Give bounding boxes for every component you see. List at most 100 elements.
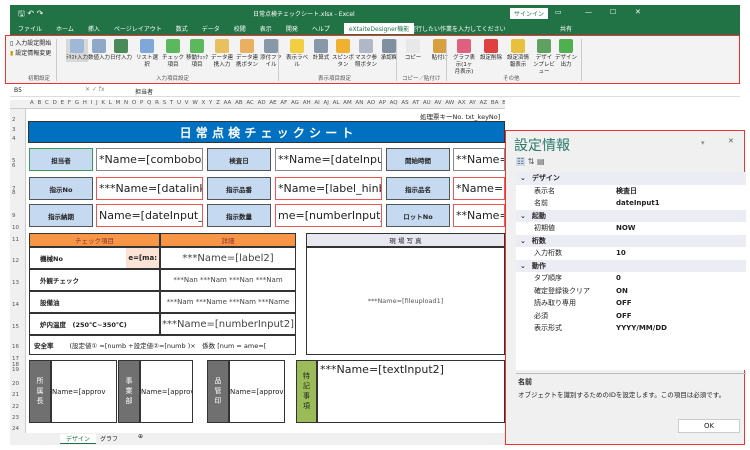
approval-stamp[interactable]: Name=[approv	[51, 360, 117, 423]
input-setting-start-button[interactable]: ▯ 入力設定開始	[10, 39, 51, 49]
ribbon-button-5[interactable]: 移動ﾁｪｯｸ項目	[186, 39, 208, 69]
category-1[interactable]: ⌄ 起動	[516, 209, 746, 222]
ribbon-button-12[interactable]: マスク参照ボタン	[355, 39, 377, 69]
tab-3[interactable]: ページレイアウト	[114, 24, 162, 33]
setting-change-button[interactable]: ▮ 設定情報変更	[10, 49, 51, 59]
ribbon-button-4[interactable]: チェック項目	[162, 39, 184, 69]
property-row[interactable]: 入力桁数 10	[516, 247, 746, 260]
row-number[interactable]: 10	[12, 225, 19, 231]
share-button[interactable]: 共有	[560, 24, 572, 33]
property-value[interactable]: 0	[616, 274, 621, 282]
name-box[interactable]: B5	[14, 87, 22, 94]
property-value[interactable]: NOW	[616, 224, 636, 232]
ribbon-button-18[interactable]: 設定済情報表示	[507, 39, 529, 69]
row-number[interactable]: 24	[12, 426, 19, 432]
property-value[interactable]: ON	[616, 287, 628, 295]
field-input[interactable]: Name=[dateInput_nouki	[96, 204, 203, 227]
row-number[interactable]: 4	[12, 136, 16, 142]
row-number[interactable]: 11	[12, 237, 19, 243]
row-number[interactable]: 20	[12, 381, 19, 387]
ribbon-button-1[interactable]: 数値入力	[88, 39, 110, 62]
row-number[interactable]: 21	[12, 392, 19, 398]
ribbon-button-6[interactable]: データ連携入力	[211, 39, 233, 69]
ribbon-button-2[interactable]: 日付入力	[110, 39, 132, 62]
row-number[interactable]: 6	[12, 163, 16, 169]
tab-6[interactable]: 校閲	[234, 24, 246, 33]
check-detail[interactable]: ***Nam ***Name ***Nam ***Name	[160, 291, 296, 313]
tab-10[interactable]: eXtaiteDesigner機能	[343, 22, 415, 34]
approval-stamp[interactable]: Name=[approv	[229, 360, 285, 423]
field-input[interactable]: **Name=[	[453, 148, 505, 171]
panel-dropdown-icon[interactable]: ▾	[701, 139, 705, 147]
property-row[interactable]: 読み取り専用 OFF	[516, 297, 746, 310]
sort-az-icon[interactable]: ⇅	[528, 157, 535, 166]
add-sheet-icon[interactable]: ⊕	[138, 433, 143, 440]
ribbon-button-15[interactable]: 貼付け	[429, 39, 451, 62]
formula-input[interactable]: 担当者	[135, 87, 153, 96]
tab-4[interactable]: 数式	[176, 24, 188, 33]
property-row[interactable]: 確定登録後クリア ON	[516, 285, 746, 298]
property-row[interactable]: タブ順序 0	[516, 272, 746, 285]
property-value[interactable]: YYYY/MM/DD	[616, 324, 667, 332]
row-number[interactable]: 16	[12, 344, 19, 350]
field-input[interactable]: *Name=[	[453, 177, 505, 200]
check-item-extra[interactable]: e=[ma:	[126, 248, 159, 268]
ribbon-button-10[interactable]: 計算式	[310, 39, 332, 62]
category-0[interactable]: ⌄ デザイン	[516, 172, 746, 185]
ribbon-button-0[interactable]: ﾃｷｽﾄ入力	[66, 39, 88, 62]
row-number[interactable]: 13	[12, 280, 19, 286]
row-number[interactable]: 3	[12, 127, 16, 133]
row-number[interactable]: 12	[12, 258, 19, 264]
ribbon-button-14[interactable]: コピー	[402, 39, 424, 62]
tab-8[interactable]: 開発	[286, 24, 298, 33]
categorized-icon[interactable]: ☷	[516, 157, 526, 166]
field-input[interactable]: *Name=[combobox	[96, 148, 203, 171]
minimize-button[interactable]: —	[585, 8, 592, 16]
check-detail[interactable]: ***Name=[label2]	[160, 247, 296, 269]
ribbon-display-button[interactable]: ▭	[555, 8, 562, 16]
row-number[interactable]: 22	[12, 404, 19, 410]
property-row[interactable]: 名前 dateInput1	[516, 197, 746, 210]
property-row[interactable]: 必須 OFF	[516, 310, 746, 323]
sheet-tab-graph[interactable]: グラフ	[95, 434, 123, 443]
property-value[interactable]: 10	[616, 249, 626, 257]
property-pages-icon[interactable]: ▤	[537, 157, 545, 166]
ribbon-button-3[interactable]: リスト選択	[136, 39, 158, 69]
check-detail[interactable]: ***Name=[numberInput2]	[160, 313, 296, 335]
property-value[interactable]: dateInput1	[616, 199, 660, 207]
tab-2[interactable]: 挿入	[88, 24, 100, 33]
safety-row[interactable]: 安全率 (設定値① =[numb +設定値②=[numb )× 係数 [num …	[29, 335, 296, 355]
row-number[interactable]: 23	[12, 415, 19, 421]
notes-input[interactable]: ***Name=[textInput2]	[317, 360, 505, 423]
property-value[interactable]: OFF	[616, 312, 632, 320]
photo-upload[interactable]: ***Name=[fileupload1]	[306, 247, 505, 355]
ribbon-button-7[interactable]: データ連携ボタン	[236, 39, 258, 69]
ribbon-button-9[interactable]: 表示ラベル	[286, 39, 308, 69]
property-value[interactable]: OFF	[616, 299, 632, 307]
property-row[interactable]: 表示名 検査日	[516, 185, 746, 198]
tab-9[interactable]: ヘルプ	[312, 24, 330, 33]
row-number[interactable]: 19	[12, 367, 19, 373]
panel-close-icon[interactable]: ✕	[728, 137, 734, 145]
tab-7[interactable]: 表示	[260, 24, 272, 33]
property-row[interactable]: 初期値 NOW	[516, 222, 746, 235]
tab-1[interactable]: ホーム	[56, 24, 74, 33]
field-input[interactable]: **Name=[	[453, 204, 505, 227]
close-button[interactable]: ✕	[635, 8, 641, 16]
approval-stamp[interactable]: Name=[approv	[140, 360, 193, 423]
ribbon-button-20[interactable]: デザイン出力	[555, 39, 577, 69]
category-2[interactable]: ⌄ 桁数	[516, 234, 746, 247]
row-number[interactable]: 14	[12, 302, 19, 308]
signin-button[interactable]: サインイン	[510, 8, 549, 19]
property-row[interactable]: 表示形式 YYYY/MM/DD	[516, 322, 746, 335]
category-3[interactable]: ⌄ 動作	[516, 259, 746, 272]
field-input[interactable]: me=[numberInput_	[275, 204, 382, 227]
row-number[interactable]: 8	[12, 190, 16, 196]
maximize-button[interactable]: ☐	[610, 8, 616, 16]
ribbon-button-16[interactable]: グラフ表示(1ヶ月表示)	[453, 39, 475, 76]
tab-5[interactable]: データ	[202, 24, 220, 33]
ribbon-button-11[interactable]: スピンボタン	[332, 39, 354, 69]
save-icon[interactable]: 🖫 ↶ ↷	[18, 8, 43, 22]
sheet-tab-design[interactable]: デザイン	[60, 434, 97, 444]
tab-0[interactable]: ファイル	[18, 24, 42, 33]
